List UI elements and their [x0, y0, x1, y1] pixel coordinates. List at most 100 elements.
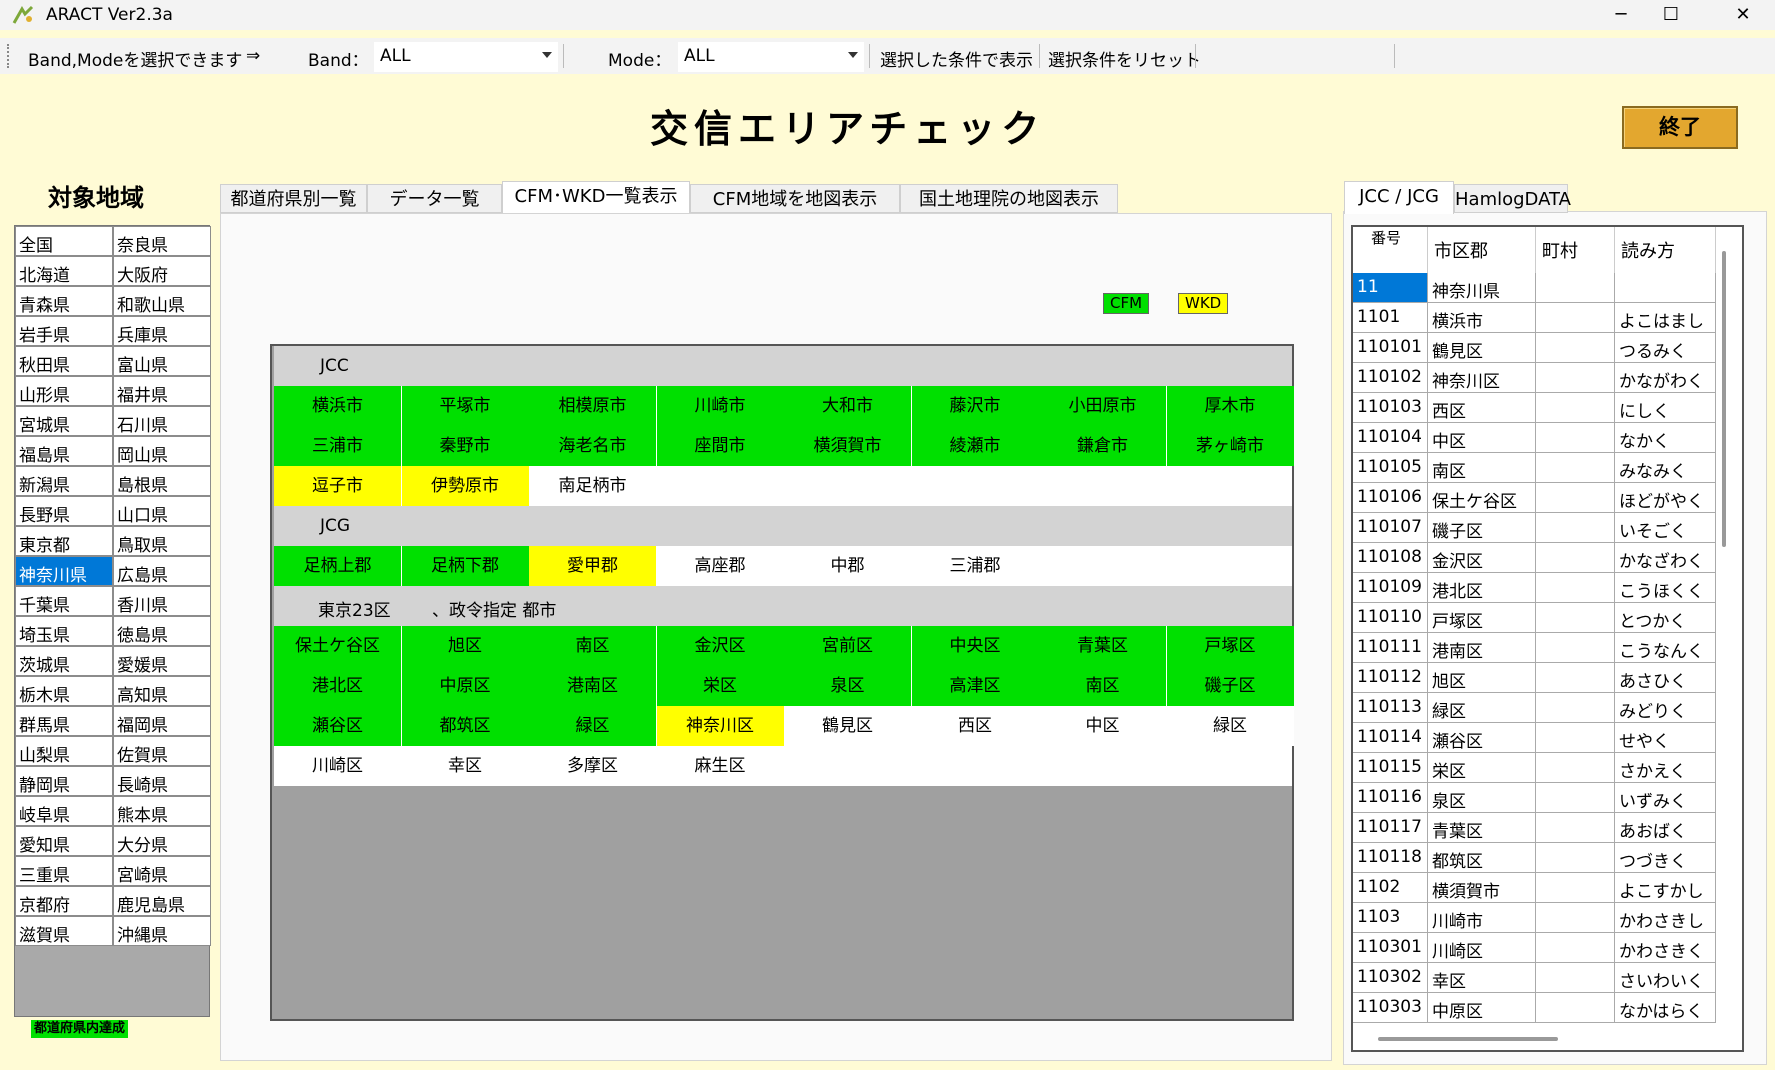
area-cell[interactable]: 栄区 [656, 666, 784, 706]
area-cell[interactable]: 伊勢原市 [401, 466, 529, 506]
prefecture-cell[interactable]: 神奈川県 [15, 556, 113, 586]
prefecture-cell[interactable]: 新潟県 [15, 466, 113, 496]
area-cell[interactable]: 愛甲郡 [529, 546, 656, 586]
area-cell[interactable]: 逗子市 [274, 466, 401, 506]
prefecture-cell[interactable]: 福井県 [113, 376, 211, 406]
right-tab-2[interactable]: HamlogDATA [1454, 184, 1571, 213]
area-cell[interactable]: 相模原市 [529, 386, 656, 426]
area-cell[interactable]: 緑区 [1166, 706, 1294, 746]
area-cell[interactable]: 小田原市 [1039, 386, 1166, 426]
table-row[interactable]: 1101 横浜市 よこはまし [1353, 303, 1721, 333]
prefecture-cell[interactable]: 愛媛県 [113, 646, 211, 676]
horizontal-scrollbar[interactable] [1378, 1037, 1558, 1041]
tab-4[interactable]: CFM地域を地図表示 [690, 184, 900, 213]
area-cell[interactable]: 綾瀬市 [911, 426, 1039, 466]
prefecture-cell[interactable]: 岡山県 [113, 436, 211, 466]
tab-3[interactable]: CFM･WKD一覧表示 [502, 181, 690, 214]
table-row[interactable]: 110102 神奈川区 かながわく [1353, 363, 1721, 393]
show-selected-button[interactable]: 選択した条件で表示 [880, 46, 1033, 71]
mode-select[interactable]: ALL [678, 42, 864, 72]
area-cell[interactable]: 金沢区 [656, 626, 784, 666]
tab-1[interactable]: 都道府県別一覧 [220, 184, 367, 213]
area-cell[interactable]: 平塚市 [401, 386, 529, 426]
area-cell[interactable]: 青葉区 [1039, 626, 1166, 666]
area-cell[interactable]: 鎌倉市 [1039, 426, 1166, 466]
prefecture-cell[interactable]: 三重県 [15, 856, 113, 886]
area-cell[interactable]: 海老名市 [529, 426, 656, 466]
area-cell[interactable]: 旭区 [401, 626, 529, 666]
prefecture-cell[interactable]: 沖縄県 [113, 916, 211, 946]
area-cell[interactable]: 中原区 [401, 666, 529, 706]
prefecture-cell[interactable]: 愛知県 [15, 826, 113, 856]
prefecture-cell[interactable]: 滋賀県 [15, 916, 113, 946]
table-row[interactable]: 110117 青葉区 あおばく [1353, 813, 1721, 843]
area-cell[interactable]: 中郡 [784, 546, 911, 586]
prefecture-cell[interactable]: 富山県 [113, 346, 211, 376]
area-cell[interactable]: 磯子区 [1166, 666, 1294, 706]
area-cell[interactable]: 幸区 [401, 746, 529, 786]
area-cell[interactable]: 都筑区 [401, 706, 529, 746]
prefecture-cell[interactable]: 山形県 [15, 376, 113, 406]
area-cell[interactable]: 川崎市 [656, 386, 784, 426]
table-row[interactable]: 110303 中原区 なかはらく [1353, 993, 1721, 1023]
maximize-button[interactable]: ☐ [1640, 0, 1702, 30]
tab-2[interactable]: データ一覧 [367, 184, 502, 213]
exit-button[interactable]: 終了 [1622, 106, 1738, 149]
prefecture-cell[interactable]: 全国 [15, 226, 113, 256]
column-header[interactable]: 番号 [1353, 227, 1428, 273]
prefecture-cell[interactable]: 佐賀県 [113, 736, 211, 766]
prefecture-cell[interactable]: 静岡県 [15, 766, 113, 796]
area-cell[interactable]: 宮前区 [784, 626, 911, 666]
area-cell[interactable]: 藤沢市 [911, 386, 1039, 426]
prefecture-cell[interactable]: 北海道 [15, 256, 113, 286]
area-cell[interactable]: 多摩区 [529, 746, 656, 786]
table-row[interactable]: 110110 戸塚区 とつかく [1353, 603, 1721, 633]
table-row[interactable]: 110101 鶴見区 つるみく [1353, 333, 1721, 363]
table-row[interactable]: 1103 川崎市 かわさきし [1353, 903, 1721, 933]
prefecture-cell[interactable]: 大分県 [113, 826, 211, 856]
column-header[interactable]: 町村 [1536, 227, 1615, 273]
area-cell[interactable]: 足柄上郡 [274, 546, 401, 586]
area-cell[interactable]: 川崎区 [274, 746, 401, 786]
table-row[interactable]: 110302 幸区 さいわいく [1353, 963, 1721, 993]
area-cell[interactable]: 秦野市 [401, 426, 529, 466]
area-cell[interactable]: 南区 [529, 626, 656, 666]
band-select[interactable]: ALL [374, 42, 558, 72]
prefecture-cell[interactable]: 長崎県 [113, 766, 211, 796]
toolbar-grip[interactable] [7, 44, 10, 68]
prefecture-cell[interactable]: 長野県 [15, 496, 113, 526]
prefecture-cell[interactable]: 青森県 [15, 286, 113, 316]
prefecture-cell[interactable]: 広島県 [113, 556, 211, 586]
area-cell[interactable]: 横須賀市 [784, 426, 911, 466]
prefecture-cell[interactable]: 熊本県 [113, 796, 211, 826]
area-cell[interactable]: 南区 [1039, 666, 1166, 706]
prefecture-cell[interactable]: 奈良県 [113, 226, 211, 256]
table-row[interactable]: 1102 横須賀市 よこすかし [1353, 873, 1721, 903]
area-cell[interactable]: 鶴見区 [784, 706, 911, 746]
area-cell[interactable]: 中央区 [911, 626, 1039, 666]
prefecture-cell[interactable]: 山梨県 [15, 736, 113, 766]
prefecture-cell[interactable]: 鹿児島県 [113, 886, 211, 916]
prefecture-cell[interactable]: 岩手県 [15, 316, 113, 346]
prefecture-cell[interactable]: 埼玉県 [15, 616, 113, 646]
prefecture-cell[interactable]: 宮城県 [15, 406, 113, 436]
prefecture-cell[interactable]: 茨城県 [15, 646, 113, 676]
prefecture-cell[interactable]: 福島県 [15, 436, 113, 466]
table-row[interactable]: 110112 旭区 あさひく [1353, 663, 1721, 693]
table-row[interactable]: 110301 川崎区 かわさきく [1353, 933, 1721, 963]
area-cell[interactable]: 高座郡 [656, 546, 784, 586]
table-row[interactable]: 110104 中区 なかく [1353, 423, 1721, 453]
area-cell[interactable]: 座間市 [656, 426, 784, 466]
prefecture-cell[interactable]: 東京都 [15, 526, 113, 556]
area-cell[interactable]: 厚木市 [1166, 386, 1294, 426]
area-cell[interactable]: 大和市 [784, 386, 911, 426]
close-button[interactable]: ✕ [1712, 0, 1774, 30]
prefecture-cell[interactable]: 香川県 [113, 586, 211, 616]
area-cell[interactable]: 茅ヶ崎市 [1166, 426, 1294, 466]
prefecture-cell[interactable]: 福岡県 [113, 706, 211, 736]
table-row[interactable]: 110118 都筑区 つづきく [1353, 843, 1721, 873]
table-row[interactable]: 110105 南区 みなみく [1353, 453, 1721, 483]
prefecture-cell[interactable]: 京都府 [15, 886, 113, 916]
vertical-scrollbar[interactable] [1722, 251, 1726, 547]
table-row[interactable]: 110106 保土ケ谷区 ほどがやく [1353, 483, 1721, 513]
